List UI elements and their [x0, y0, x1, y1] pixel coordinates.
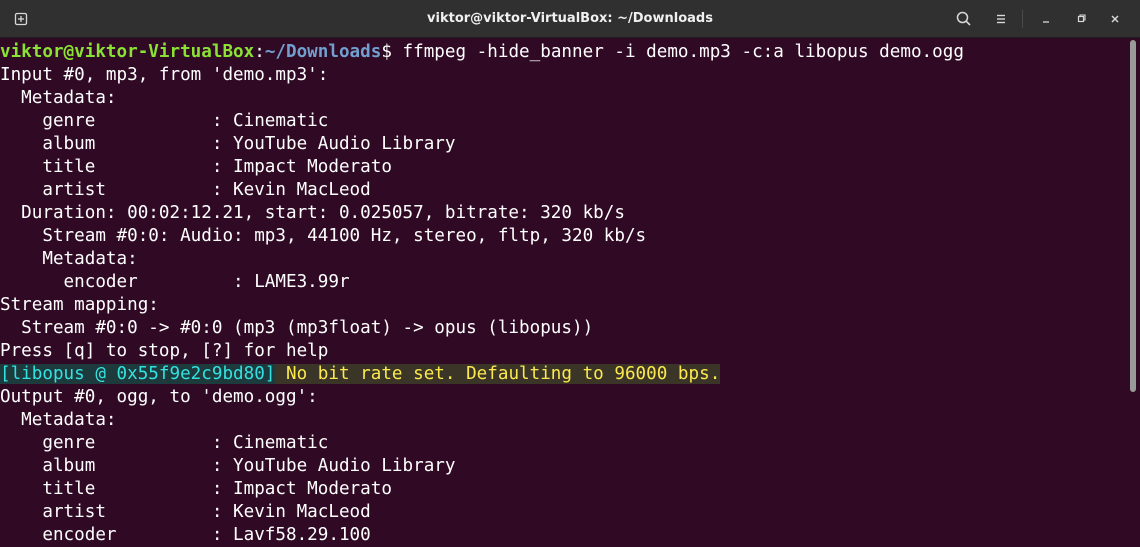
hamburger-menu-icon[interactable] [991, 9, 1011, 29]
output-line: genre : Cinematic [0, 433, 329, 453]
output-line: Duration: 00:02:12.21, start: 0.025057, … [0, 203, 625, 223]
prompt-symbol: $ [381, 42, 392, 62]
output-line: Stream mapping: [0, 295, 159, 315]
prompt-path: ~/Downloads [264, 42, 382, 62]
prompt-line: viktor@viktor-VirtualBox:~/Downloads$ ff… [0, 41, 964, 64]
output-line: Stream #0:0: Audio: mp3, 44100 Hz, stere… [0, 226, 647, 246]
warning-line: [libopus @ 0x55f9e2c9bd80] No bit rate s… [0, 363, 721, 386]
prompt-user-host: viktor@viktor-VirtualBox [0, 42, 255, 62]
title-bar[interactable]: viktor@viktor-VirtualBox: ~/Downloads [0, 0, 1140, 38]
output-line: Press [q] to stop, [?] for help [0, 341, 329, 361]
output-line: genre : Cinematic [0, 111, 329, 131]
output-line: title : Impact Moderato [0, 479, 392, 499]
warning-message: No bit rate set. Defaulting to 96000 bps… [275, 364, 721, 384]
output-line: encoder : LAME3.99r [0, 272, 350, 292]
output-line: Metadata: [0, 410, 117, 430]
output-line: Metadata: [0, 249, 138, 269]
output-line: artist : Kevin MacLeod [0, 502, 371, 522]
minimize-icon[interactable] [1036, 9, 1056, 29]
output-line: Metadata: [0, 88, 117, 108]
terminal-output[interactable]: viktor@viktor-VirtualBox:~/Downloads$ ff… [0, 38, 1128, 547]
command-text: ffmpeg -hide_banner -i demo.mp3 -c:a lib… [391, 42, 964, 62]
warning-tag: [libopus @ 0x55f9e2c9bd80] [0, 364, 276, 384]
scrollbar-thumb[interactable] [1130, 40, 1136, 392]
terminal-window: viktor@viktor-VirtualBox: ~/Downloads vi… [0, 0, 1140, 547]
output-line: encoder : Lavf58.29.100 [0, 525, 371, 545]
output-line: album : YouTube Audio Library [0, 134, 456, 154]
output-line: album : YouTube Audio Library [0, 456, 456, 476]
prompt-separator: : [254, 42, 265, 62]
close-icon[interactable] [1105, 9, 1125, 29]
search-icon[interactable] [954, 9, 974, 29]
maximize-icon[interactable] [1071, 9, 1091, 29]
output-line: Input #0, mp3, from 'demo.mp3': [0, 65, 329, 85]
titlebar-divider [1022, 10, 1023, 28]
output-line: Output #0, ogg, to 'demo.ogg': [0, 387, 318, 407]
output-line: Stream #0:0 -> #0:0 (mp3 (mp3float) -> o… [0, 318, 594, 338]
output-line: title : Impact Moderato [0, 157, 392, 177]
output-line: artist : Kevin MacLeod [0, 180, 371, 200]
